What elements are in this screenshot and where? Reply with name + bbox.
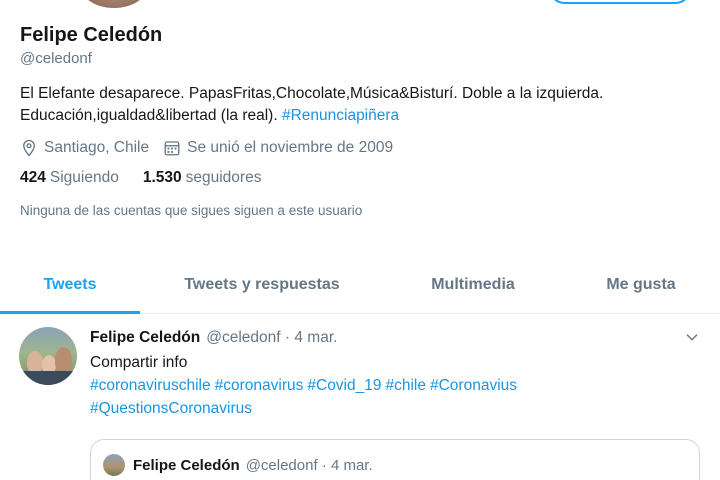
profile-joined: Se unió el noviembre de 2009 bbox=[163, 139, 393, 157]
follow-stats: 424 Siguiendo 1.530 seguidores bbox=[20, 169, 700, 187]
quoted-avatar bbox=[103, 454, 125, 476]
tweet-author-name[interactable]: Felipe Celedón bbox=[90, 327, 200, 349]
tweet-item[interactable]: Felipe Celedón @celedonf · 4 mar. Compar… bbox=[0, 315, 720, 480]
hashtag-link[interactable]: #coronavirus bbox=[215, 377, 304, 394]
profile-tabs: Tweets Tweets y respuestas Multimedia Me… bbox=[0, 256, 720, 314]
follow-button[interactable] bbox=[548, 0, 692, 4]
tab-likes[interactable]: Me gusta bbox=[562, 256, 720, 313]
bio-text: Educación,igualdad&libertad (la real). bbox=[20, 107, 278, 124]
profile-avatar[interactable] bbox=[78, 0, 150, 10]
bio-line-2: Educación,igualdad&libertad (la real). #… bbox=[20, 105, 700, 127]
profile-bio: El Elefante desaparece. PapasFritas,Choc… bbox=[20, 83, 700, 127]
hashtag-link[interactable]: #Covid_19 bbox=[307, 377, 381, 394]
hashtag-link[interactable]: #chile bbox=[385, 377, 426, 394]
following-count: 424 bbox=[20, 169, 46, 186]
location-text: Santiago, Chile bbox=[44, 139, 150, 156]
tab-tweets-replies[interactable]: Tweets y respuestas bbox=[140, 256, 384, 313]
followers-link[interactable]: 1.530 seguidores bbox=[143, 169, 262, 187]
tab-media[interactable]: Multimedia bbox=[384, 256, 562, 313]
profile-header: Felipe Celedón @celedonf El Elefante des… bbox=[20, 22, 700, 218]
followers-label: seguidores bbox=[185, 169, 262, 186]
tweet-handle-date[interactable]: @celedonf · 4 mar. bbox=[206, 327, 337, 349]
chevron-down-icon[interactable] bbox=[684, 329, 700, 345]
tweet-avatar[interactable] bbox=[19, 327, 77, 385]
bio-line-1: El Elefante desaparece. PapasFritas,Choc… bbox=[20, 85, 604, 102]
mutual-followers-note: Ninguna de las cuentas que sigues siguen… bbox=[20, 203, 363, 218]
following-label: Siguiendo bbox=[49, 169, 119, 186]
hashtag-link[interactable]: #QuestionsCoronavirus bbox=[90, 400, 252, 417]
profile-meta: Santiago, Chile Se unió el noviembre de … bbox=[20, 139, 700, 157]
hashtag-link[interactable]: #coronaviruschile bbox=[90, 377, 211, 394]
joined-text: Se unió el noviembre de 2009 bbox=[187, 139, 394, 156]
calendar-icon bbox=[164, 141, 180, 156]
quoted-author-name: Felipe Celedón bbox=[133, 456, 240, 474]
bio-hashtag-link[interactable]: #Renunciapiñera bbox=[282, 107, 399, 124]
profile-location: Santiago, Chile bbox=[20, 139, 149, 157]
quoted-tweet[interactable]: Felipe Celedón @celedonf · 4 mar. bbox=[90, 439, 700, 480]
tweet-body: Felipe Celedón @celedonf · 4 mar. Compar… bbox=[90, 327, 700, 420]
location-pin-icon bbox=[23, 139, 35, 157]
tweet-text: Compartir info bbox=[90, 354, 188, 371]
profile-name: Felipe Celedón bbox=[20, 24, 163, 46]
followers-count: 1.530 bbox=[142, 169, 182, 186]
hashtag-link[interactable]: #Coronavius bbox=[430, 377, 517, 394]
profile-handle: @celedonf bbox=[20, 50, 92, 67]
following-link[interactable]: 424 Siguiendo bbox=[20, 169, 119, 187]
quoted-tweet-header: Felipe Celedón @celedonf · 4 mar. bbox=[103, 454, 373, 476]
quoted-handle-date: @celedonf · 4 mar. bbox=[245, 456, 373, 474]
tweet-hashtags: #coronaviruschile #coronavirus #Covid_19 #c… bbox=[90, 374, 700, 420]
tab-tweets[interactable]: Tweets bbox=[0, 256, 140, 314]
tweet-header: Felipe Celedón @celedonf · 4 mar. bbox=[90, 327, 700, 349]
